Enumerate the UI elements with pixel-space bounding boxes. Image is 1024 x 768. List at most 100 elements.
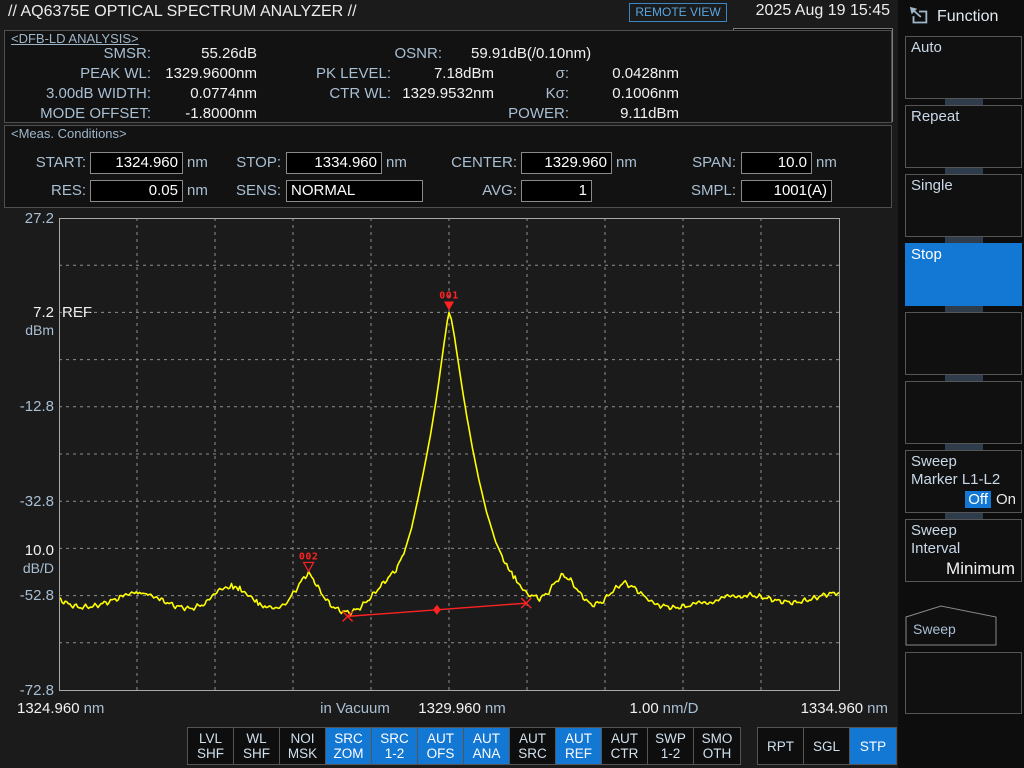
y-tick-dBD: dB/D <box>0 560 54 577</box>
softkey-line: STP <box>860 739 886 754</box>
softkey-smo-oth[interactable]: SMOOTH <box>694 728 740 764</box>
analysis-value-osnr: 59.91dB(/0.10nm) <box>471 44 591 64</box>
x-axis-label-left: 1324.960nm <box>17 700 104 717</box>
softkey-label: Sweep <box>911 453 1016 471</box>
softkey-line: 1-2 <box>385 746 405 761</box>
softkey-label: Single <box>911 177 1016 195</box>
conditions-panel-header: <Meas. Conditions> <box>11 126 127 141</box>
softkey-aut-ref[interactable]: AUTREF <box>556 728 602 764</box>
softkey-aut-ofs[interactable]: AUTOFS <box>418 728 464 764</box>
y-tick-dBm: dBm <box>0 322 54 339</box>
softkey-sweep-interval-value: Minimum <box>946 560 1015 578</box>
softkey-blank-1[interactable] <box>905 312 1022 375</box>
softkey-blank-2[interactable] <box>905 381 1022 444</box>
softkey-src-1-2[interactable]: SRC1-2 <box>372 728 418 764</box>
meas-center-field[interactable]: 1329.960 <box>521 152 612 174</box>
softkey-stop[interactable]: Stop <box>905 243 1022 306</box>
softkey-aut-src[interactable]: AUTSRC <box>510 728 556 764</box>
peak-marker-001: 001 <box>439 290 459 310</box>
meas-res-field[interactable]: 0.05 <box>90 180 183 202</box>
y-tick-100: 10.0 <box>0 542 54 559</box>
softkey-line: CTR <box>611 746 639 761</box>
softkey-repeat[interactable]: Repeat <box>905 105 1022 168</box>
softkey-sweep-interval[interactable]: SweepIntervalMinimum <box>905 519 1022 582</box>
softkey-label: Repeat <box>911 108 1016 126</box>
bottom-toolbar-sweep-group: RPT SGL STP <box>757 727 897 765</box>
softkey-line: LVL <box>199 731 222 746</box>
softkey-lvl-shf[interactable]: LVLSHF <box>188 728 234 764</box>
osa-application-window: // AQ6375E OPTICAL SPECTRUM ANALYZER // … <box>0 0 1024 768</box>
meas-smpl-field[interactable]: 1001(A) <box>741 180 832 202</box>
softkey-line: RPT <box>767 739 794 754</box>
y-tick--328: -32.8 <box>0 493 54 510</box>
analysis-value-power: 9.11dBm <box>620 104 679 124</box>
x-axis-label-scale: 1.00nm/D <box>629 700 698 717</box>
sidebar-connector <box>945 168 983 174</box>
softkey-line: AUT <box>519 731 546 746</box>
meas-sens-field[interactable]: NORMAL <box>286 180 423 202</box>
softkey-rpt[interactable]: RPT <box>758 728 804 764</box>
softkey-line: SRC <box>518 746 547 761</box>
y-tick-72: 7.2 <box>0 304 54 321</box>
softkey-src-zom[interactable]: SRCZOM <box>326 728 372 764</box>
sidebar-connector <box>945 444 983 450</box>
svg-text:002: 002 <box>299 551 319 562</box>
softkey-sgl[interactable]: SGL <box>804 728 850 764</box>
softkey-line: OTH <box>703 746 732 761</box>
softkey-noi-msk[interactable]: NOIMSK <box>280 728 326 764</box>
function-arrow-icon <box>908 6 930 28</box>
analysis-value-sigma: 0.0428nm <box>612 64 679 84</box>
analysis-label-pk-level: PK LEVEL: <box>316 64 391 84</box>
meas-span-unit: nm <box>816 152 837 174</box>
meas-stop-field[interactable]: 1334.960 <box>286 152 382 174</box>
softkey-blank-3[interactable] <box>905 652 1022 714</box>
softkey-line: SRC <box>380 731 409 746</box>
analysis-label-smsr: SMSR: <box>103 44 151 64</box>
x-axis-label-center: 1329.960nm <box>418 700 505 717</box>
meas-start-field[interactable]: 1324.960 <box>90 152 183 174</box>
sidebar-connector <box>945 99 983 105</box>
page-title: // AQ6375E OPTICAL SPECTRUM ANALYZER // <box>8 3 357 21</box>
function-sidebar: Function AutoRepeatSingleStopSweepMarker… <box>898 0 1024 768</box>
softkey-wl-shf[interactable]: WLSHF <box>234 728 280 764</box>
softkey-label: Auto <box>911 39 1016 57</box>
softkey-aut-ctr[interactable]: AUTCTR <box>602 728 648 764</box>
softkey-line: WL <box>246 731 266 746</box>
sidebar-connector <box>945 513 983 519</box>
toggle-off-option[interactable]: Off <box>965 491 991 508</box>
analysis-value-width-3db: 0.0774nm <box>190 84 257 104</box>
datetime-display: 2025 Aug 19 15:45 <box>730 2 890 20</box>
meas-stop-label: STOP: <box>236 152 281 174</box>
sweep-marker-toggle[interactable]: Off On <box>965 491 1016 509</box>
softkey-line: SGL <box>813 739 840 754</box>
softkey-label: Marker L1-L2 <box>911 471 1016 489</box>
meas-span-field[interactable]: 10.0 <box>741 152 812 174</box>
meas-smpl-label: SMPL: <box>691 180 736 202</box>
bottom-toolbar-main: LVLSHFWLSHFNOIMSKSRCZOMSRC1-2AUTOFSAUTAN… <box>187 727 741 765</box>
softkey-aut-ana[interactable]: AUTANA <box>464 728 510 764</box>
sidebar-connector <box>945 306 983 312</box>
svg-text:Sweep: Sweep <box>913 621 956 637</box>
analysis-value-k-sigma: 0.1006nm <box>612 84 679 104</box>
analysis-value-peak-wl: 1329.9600nm <box>165 64 257 84</box>
toggle-on-option[interactable]: On <box>996 491 1016 508</box>
softkey-stp[interactable]: STP <box>850 728 896 764</box>
softkey-swp-1-2[interactable]: SWP1-2 <box>648 728 694 764</box>
meas-center-unit: nm <box>616 152 637 174</box>
meas-avg-field[interactable]: 1 <box>521 180 592 202</box>
softkey-line: AUT <box>427 731 454 746</box>
y-tick--128: -12.8 <box>0 398 54 415</box>
meas-sens-label: SENS: <box>236 180 281 202</box>
softkey-line: REF <box>565 746 592 761</box>
meas-center-label: CENTER: <box>451 152 517 174</box>
softkey-label: Sweep <box>911 522 1016 540</box>
softkey-sweep-marker[interactable]: SweepMarker L1-L2 Off On <box>905 450 1022 513</box>
analysis-label-width-3db: 3.00dB WIDTH: <box>46 84 151 104</box>
sidebar-header-label: Function <box>937 8 998 26</box>
softkey-auto[interactable]: Auto <box>905 36 1022 99</box>
meas-avg-label: AVG: <box>482 180 517 202</box>
softkey-single[interactable]: Single <box>905 174 1022 237</box>
softkey-line: NOI <box>290 731 314 746</box>
meas-res-label: RES: <box>51 180 86 202</box>
y-tick-272: 27.2 <box>0 210 54 227</box>
